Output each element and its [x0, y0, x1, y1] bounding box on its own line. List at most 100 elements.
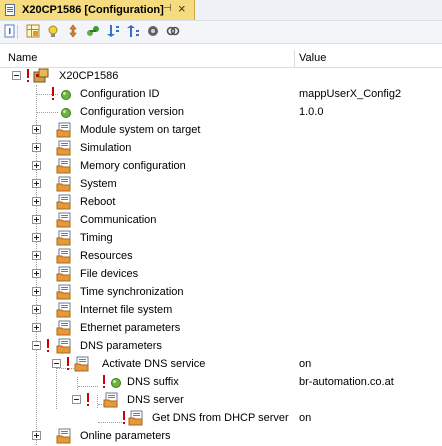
expand-toggle[interactable]: [32, 431, 41, 440]
expand-toggle[interactable]: [32, 233, 41, 242]
tree-item-label: Ethernet parameters: [80, 322, 181, 334]
tree-item-label: Resources: [80, 250, 133, 262]
tree-item-label: Timing: [80, 232, 113, 244]
connect-icon[interactable]: [86, 24, 100, 38]
error-marker: [47, 339, 50, 353]
folder-icon: [56, 230, 71, 246]
collapse-toggle[interactable]: [12, 71, 21, 80]
folder-icon: [56, 194, 71, 210]
column-header: Name Value: [0, 50, 442, 68]
expand-toggle[interactable]: [32, 215, 41, 224]
toolbar-separator: [17, 25, 18, 39]
tree-item-configuration-id[interactable]: Configuration ID mappUserX_Config2: [0, 85, 442, 103]
tree-item-dns-parameters[interactable]: DNS parameters: [0, 337, 442, 355]
tree-item-online-parameters[interactable]: Online parameters: [0, 427, 442, 445]
expand-toggle[interactable]: [32, 287, 41, 296]
tree-item-label: Module system on target: [80, 124, 201, 136]
error-marker: [123, 411, 126, 425]
tree-item-timing[interactable]: Timing: [0, 229, 442, 247]
tree-item-label: DNS server: [127, 394, 184, 406]
tree-item-resources[interactable]: Resources: [0, 247, 442, 265]
tree-item-value[interactable]: on: [299, 358, 311, 370]
tree-item-ethernet-parameters[interactable]: Ethernet parameters: [0, 319, 442, 337]
info-icon[interactable]: [3, 24, 17, 38]
tree-item-label: Get DNS from DHCP server: [152, 412, 289, 424]
column-separator[interactable]: [294, 50, 295, 67]
collapse-toggle[interactable]: [52, 359, 61, 368]
tree-item-simulation[interactable]: Simulation: [0, 139, 442, 157]
tree-item-time-synchronization[interactable]: Time synchronization: [0, 283, 442, 301]
expand-toggle[interactable]: [32, 305, 41, 314]
error-marker: [27, 69, 30, 83]
tree-item-dns-suffix[interactable]: DNS suffix br-automation.co.at: [0, 373, 442, 391]
folder-icon: [56, 320, 71, 336]
expand-toggle[interactable]: [32, 323, 41, 332]
tab-title: X20CP1586 [Configuration]: [22, 4, 164, 16]
tab-bar: X20CP1586 [Configuration] ⊣ ×: [0, 0, 442, 20]
tree-item-label: DNS suffix: [127, 376, 179, 388]
folder-icon: [56, 248, 71, 264]
move-icon[interactable]: [66, 24, 80, 38]
error-marker: [103, 375, 106, 389]
tree-item-file-devices[interactable]: File devices: [0, 265, 442, 283]
tree-item-configuration-version[interactable]: Configuration version 1.0.0: [0, 103, 442, 121]
expand-toggle[interactable]: [32, 179, 41, 188]
tree-item-label: Configuration version: [80, 106, 184, 118]
pin-icon[interactable]: ⊣: [163, 3, 172, 14]
column-name[interactable]: Name: [8, 52, 37, 64]
tree-item-system[interactable]: System: [0, 175, 442, 193]
grid-icon[interactable]: [26, 24, 40, 38]
toolbar: [0, 20, 442, 44]
tree-item-value[interactable]: br-automation.co.at: [299, 376, 394, 388]
expand-toggle[interactable]: [32, 251, 41, 260]
tree-item-activate-dns-service[interactable]: Activate DNS service on: [0, 355, 442, 373]
tree-item-value[interactable]: mappUserX_Config2: [299, 88, 401, 100]
folder-icon: [56, 428, 71, 444]
tree-item-internet-file-system[interactable]: Internet file system: [0, 301, 442, 319]
expand-toggle[interactable]: [32, 161, 41, 170]
green-dot-icon: [61, 108, 71, 118]
document-icon: [5, 4, 15, 16]
tree-item-label: Memory configuration: [80, 160, 186, 172]
tree-item-module-system[interactable]: Module system on target: [0, 121, 442, 139]
tree-item-root[interactable]: X20CP1586: [0, 67, 442, 85]
sort-down-icon[interactable]: [106, 24, 120, 38]
expand-toggle[interactable]: [32, 197, 41, 206]
folder-icon: [56, 158, 71, 174]
tree-item-dns-server[interactable]: DNS server: [0, 391, 442, 409]
column-value[interactable]: Value: [299, 52, 326, 64]
folder-icon: [56, 176, 71, 192]
expand-toggle[interactable]: [32, 143, 41, 152]
folder-icon: [74, 356, 89, 372]
tree-item-value[interactable]: 1.0.0: [299, 106, 323, 118]
tab-configuration[interactable]: X20CP1586 [Configuration] ⊣ ×: [0, 0, 195, 20]
error-marker: [52, 87, 55, 101]
tree-item-label: Activate DNS service: [102, 358, 206, 370]
tree-item-label: Communication: [80, 214, 157, 226]
cpu-icon: [33, 68, 49, 83]
tree-item-label: Online parameters: [80, 430, 171, 442]
error-marker: [67, 357, 70, 371]
sort-up-icon[interactable]: [126, 24, 140, 38]
tree-item-reboot[interactable]: Reboot: [0, 193, 442, 211]
folder-icon: [128, 410, 143, 426]
tree-item-get-dns-from-dhcp[interactable]: Get DNS from DHCP server on: [0, 409, 442, 427]
folder-icon: [56, 338, 71, 354]
tree-item-memory-configuration[interactable]: Memory configuration: [0, 157, 442, 175]
folder-icon: [103, 392, 118, 408]
folder-icon: [56, 122, 71, 138]
tree-item-label: Reboot: [80, 196, 116, 208]
collapse-toggle[interactable]: [32, 341, 41, 350]
close-icon[interactable]: ×: [178, 1, 186, 16]
tree-item-value[interactable]: on: [299, 412, 311, 424]
tree-item-label: X20CP1586: [59, 70, 119, 82]
property-tree: X20CP1586 Configuration ID mappUserX_Con…: [0, 67, 442, 446]
folder-icon: [56, 302, 71, 318]
expand-toggle[interactable]: [32, 125, 41, 134]
tree-item-communication[interactable]: Communication: [0, 211, 442, 229]
expand-toggle[interactable]: [32, 269, 41, 278]
collapse-toggle[interactable]: [72, 395, 81, 404]
bulb-icon[interactable]: [46, 24, 60, 38]
link-icon[interactable]: [166, 24, 180, 38]
circle-icon[interactable]: [146, 24, 160, 38]
